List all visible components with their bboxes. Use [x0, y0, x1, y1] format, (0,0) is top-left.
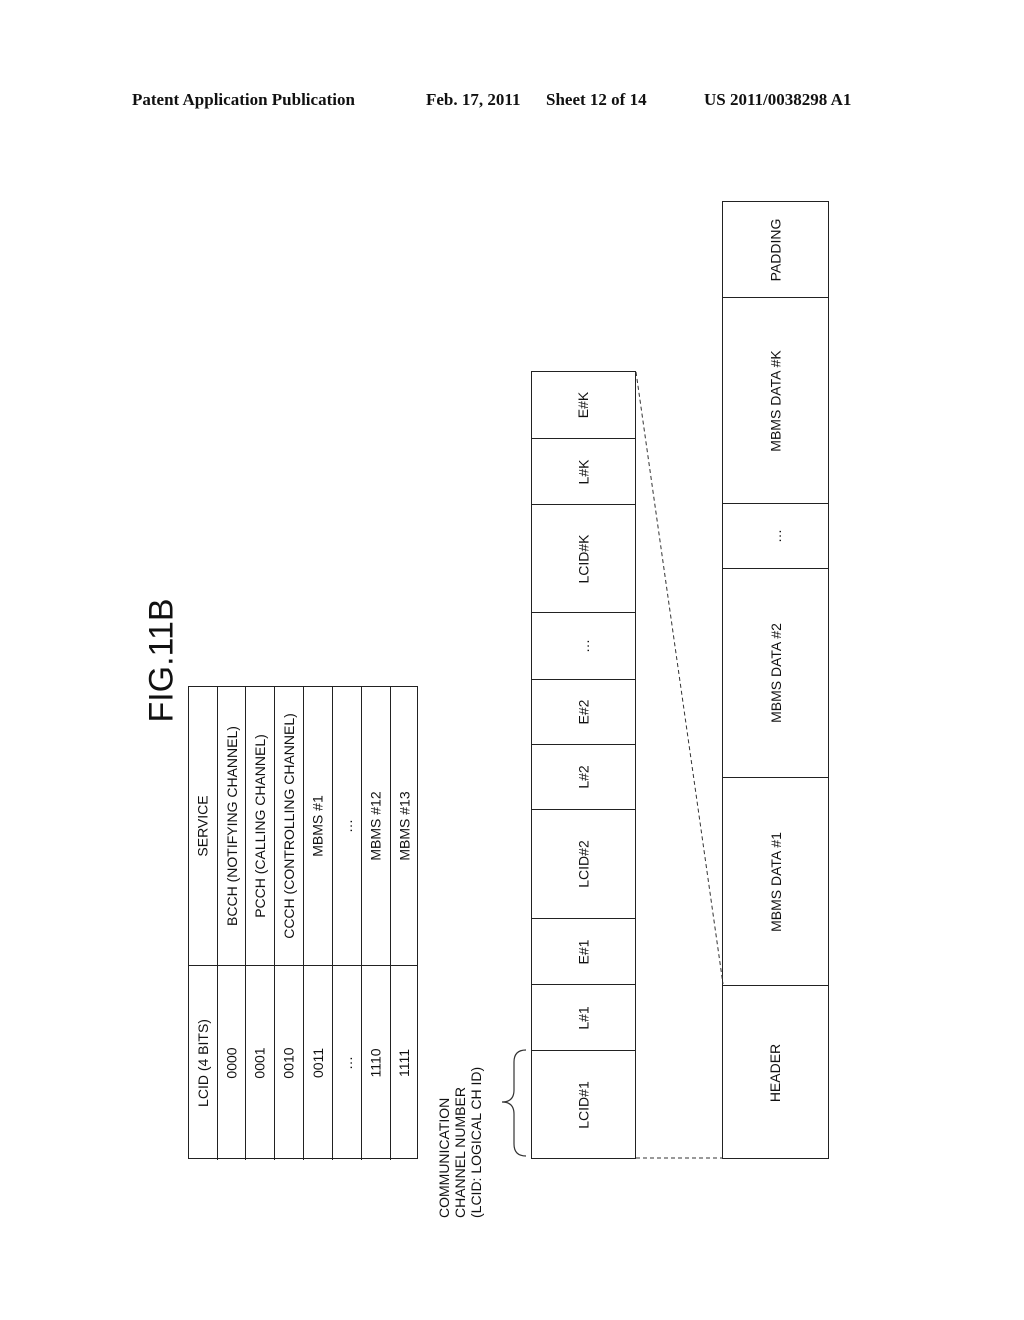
brace — [501, 1049, 527, 1157]
dashed-connector-top — [635, 371, 724, 985]
connector-overlay — [501, 371, 724, 1159]
